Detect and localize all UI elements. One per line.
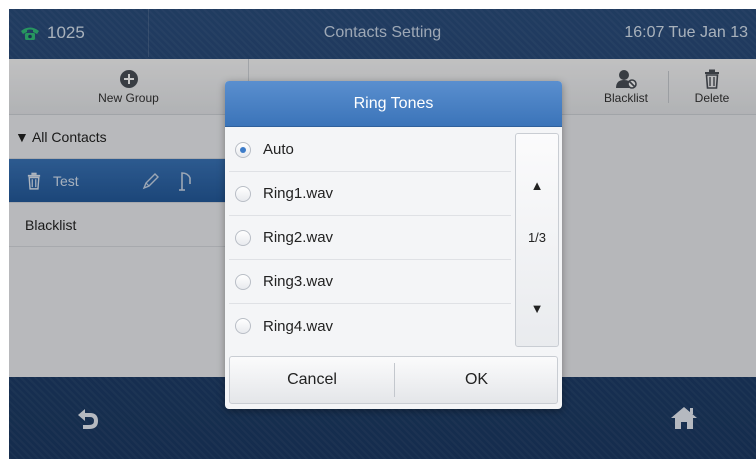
ringtone-label: Ring4.wav bbox=[263, 317, 334, 335]
ringtone-option-auto[interactable]: Auto bbox=[229, 128, 511, 172]
ringtone-label: Auto bbox=[263, 141, 294, 158]
page-scroller: ▲ 1/3 ▼ bbox=[515, 133, 559, 347]
ring-tones-dialog: Ring Tones Auto Ring1.wav Ring2.wav Ring… bbox=[225, 81, 562, 409]
ok-button[interactable]: OK bbox=[395, 357, 558, 403]
radio-selected-icon[interactable] bbox=[235, 141, 251, 158]
radio-unselected-icon[interactable] bbox=[235, 318, 251, 334]
dialog-button-row: Cancel OK bbox=[229, 356, 558, 404]
ringtone-label: Ring3.wav bbox=[263, 273, 334, 290]
radio-unselected-icon[interactable] bbox=[235, 185, 251, 202]
cancel-button[interactable]: Cancel bbox=[230, 357, 394, 403]
scroll-down-button[interactable]: ▼ bbox=[516, 301, 558, 316]
ringtone-option-ring3[interactable]: Ring3.wav bbox=[229, 260, 511, 304]
ringtone-list: Auto Ring1.wav Ring2.wav Ring3.wav Ring4… bbox=[225, 128, 515, 352]
ringtone-option-ring4[interactable]: Ring4.wav bbox=[229, 304, 511, 348]
radio-unselected-icon[interactable] bbox=[235, 229, 251, 246]
page-indicator: 1/3 bbox=[527, 230, 547, 245]
ringtone-label: Ring2.wav bbox=[263, 229, 334, 246]
scroll-up-button[interactable]: ▲ bbox=[516, 178, 558, 193]
ringtone-label: Ring1.wav bbox=[263, 185, 334, 202]
radio-unselected-icon[interactable] bbox=[235, 273, 251, 290]
dialog-title: Ring Tones bbox=[225, 81, 562, 127]
ringtone-option-ring1[interactable]: Ring1.wav bbox=[229, 172, 511, 216]
phone-screen: 1025 Contacts Setting 16:07 Tue Jan 13 N… bbox=[9, 9, 756, 459]
ringtone-option-ring2[interactable]: Ring2.wav bbox=[229, 216, 511, 260]
